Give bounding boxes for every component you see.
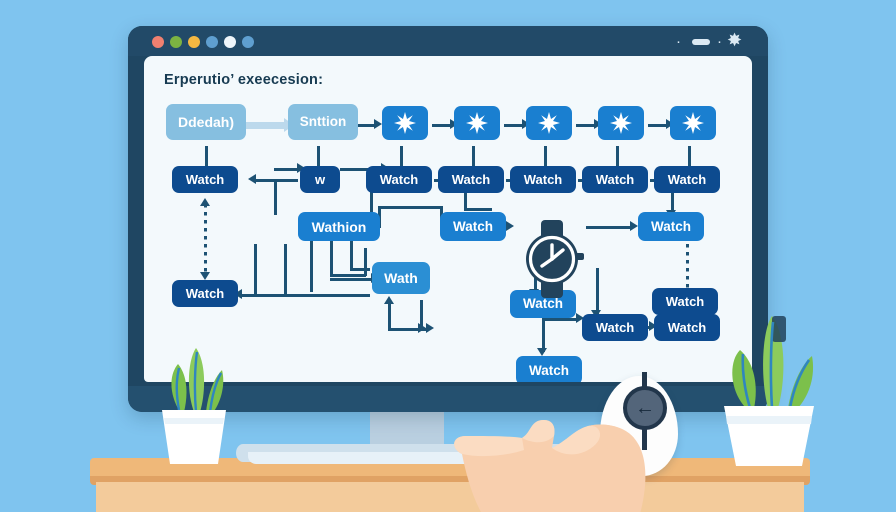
- window-zoom-button[interactable]: [188, 36, 200, 48]
- arrowhead-down: [200, 272, 210, 280]
- connector-h: [240, 294, 370, 297]
- flow-node-burst-5[interactable]: [670, 106, 716, 140]
- connector-h: [432, 124, 452, 127]
- flow-node-watch-r4-left[interactable]: Watch: [172, 280, 238, 307]
- connector-h: [330, 278, 374, 281]
- flow-node-watch-bottom[interactable]: Watch: [516, 356, 582, 382]
- connector-v: [596, 268, 599, 314]
- titlebar-settings-burst-icon[interactable]: ✸: [727, 31, 742, 49]
- flow-node-watch-r2-7[interactable]: Watch: [654, 166, 720, 193]
- arrowhead-up: [200, 198, 210, 206]
- connector-dotted: [204, 204, 207, 276]
- flow-node-watch-r5-b[interactable]: Watch: [582, 314, 648, 341]
- potted-plant-left: [146, 338, 242, 466]
- window-tab-blue-1[interactable]: [206, 36, 218, 48]
- arrowhead-right: [630, 221, 638, 231]
- window-minimize-button[interactable]: [170, 36, 182, 48]
- connector-h: [576, 124, 596, 127]
- connector-h: [464, 208, 492, 211]
- flow-node-burst-2[interactable]: [454, 106, 500, 140]
- connector-h: [542, 318, 578, 321]
- arrowhead-right: [374, 119, 382, 129]
- burst-icon: [466, 112, 488, 134]
- flow-node-watch-r2-4[interactable]: Watch: [438, 166, 504, 193]
- flow-node-burst-4[interactable]: [598, 106, 644, 140]
- burst-icon: [682, 112, 704, 134]
- burst-icon: [394, 112, 416, 134]
- flow-node-burst-1[interactable]: [382, 106, 428, 140]
- connector-v: [274, 179, 277, 215]
- flow-node-watch-r2-5[interactable]: Watch: [510, 166, 576, 193]
- connector-h: [356, 124, 376, 127]
- flow-node-watch-r2-1[interactable]: Watch: [172, 166, 238, 193]
- flow-node-wathion[interactable]: Wathion: [298, 212, 380, 241]
- window-tab-blue-2[interactable]: [242, 36, 254, 48]
- diagram-title: Erperutio’ exeecesion:: [164, 72, 324, 88]
- connector-v: [350, 240, 353, 270]
- arrowhead-left: [248, 174, 256, 184]
- window-tab-white[interactable]: [224, 36, 236, 48]
- flow-node-watch-r2-3[interactable]: Watch: [366, 166, 432, 193]
- screen-viewport: Erperutio’ exeecesion: Ddedah) Snttion W…: [144, 56, 752, 382]
- connector-v: [284, 244, 287, 296]
- arrowhead-down: [537, 348, 547, 356]
- connector-h: [504, 124, 524, 127]
- burst-icon: [610, 112, 632, 134]
- titlebar-dot-right-icon: ·: [717, 33, 722, 50]
- flow-node-watch-r5-a[interactable]: Watch: [652, 288, 718, 315]
- arrowhead-right: [506, 221, 514, 231]
- titlebar-dot-left-icon: ·: [676, 33, 681, 50]
- flow-node-watch-r2-6[interactable]: Watch: [582, 166, 648, 193]
- connector-v: [330, 240, 333, 276]
- connector-h: [648, 124, 668, 127]
- flow-node-burst-3[interactable]: [526, 106, 572, 140]
- connector-v: [364, 248, 367, 276]
- connector-v: [310, 240, 313, 292]
- connector-v: [388, 302, 391, 330]
- titlebar-minimize-icon[interactable]: [692, 39, 710, 45]
- flow-node-watch-r3-mid[interactable]: Watch: [440, 212, 506, 241]
- flow-node-wath[interactable]: Wath: [372, 262, 430, 294]
- human-hand: [448, 392, 698, 512]
- illustration-scene: · · ✸ Erperutio’ exeecesion: Ddedah) Snt…: [0, 0, 896, 512]
- arrowhead-right: [426, 323, 434, 333]
- flow-node-watch-r5-c[interactable]: Watch: [654, 314, 720, 341]
- connector-h: [388, 328, 428, 331]
- flow-node-watch-r2-2[interactable]: w: [300, 166, 340, 193]
- connector-h: [330, 274, 366, 277]
- connector-v: [542, 318, 545, 352]
- potted-plant-right: [716, 312, 826, 468]
- connector-h-pale: [244, 122, 286, 129]
- flow-node-watch-r3-right[interactable]: Watch: [638, 212, 704, 241]
- flow-node-snttion[interactable]: Snttion: [288, 104, 358, 140]
- connector-h: [586, 226, 632, 229]
- window-close-button[interactable]: [152, 36, 164, 48]
- connector-v: [464, 190, 467, 210]
- connector-v: [254, 244, 257, 296]
- burst-icon: [538, 112, 560, 134]
- connector-h: [350, 268, 370, 271]
- wristwatch-icon: [516, 220, 588, 298]
- connector-h: [378, 206, 442, 209]
- flow-node-ddedah[interactable]: Ddedah): [166, 104, 246, 140]
